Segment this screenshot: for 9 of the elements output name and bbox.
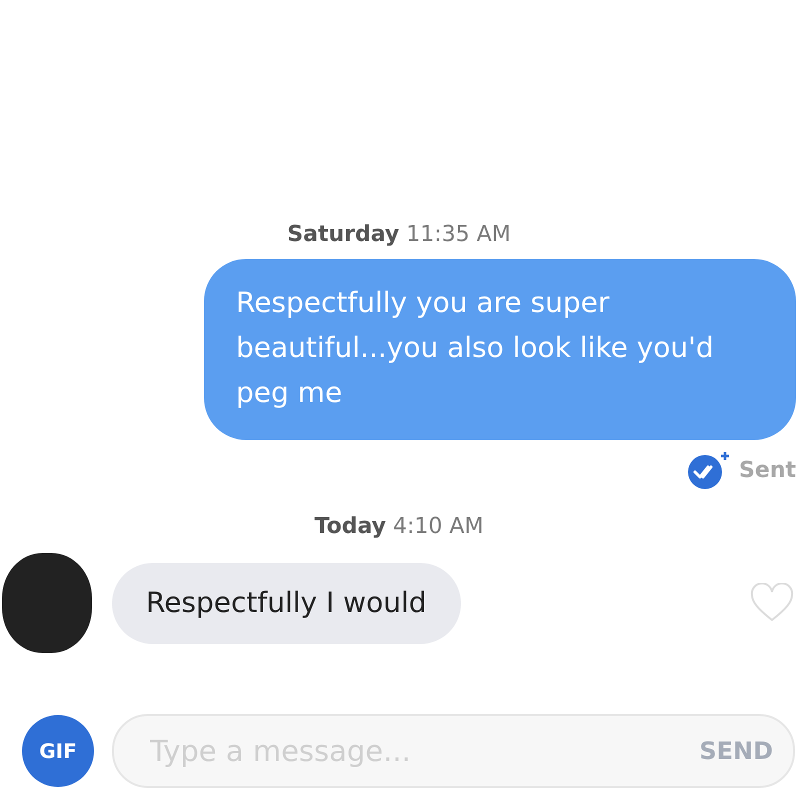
gif-button[interactable]: GIF [22, 715, 94, 787]
send-button[interactable]: SEND [699, 737, 773, 765]
message-bubble: Respectfully you are super beautiful...you also look like you'd peg me [204, 259, 796, 440]
double-check-icon [687, 450, 732, 490]
message-bubble: Respectfully I would [112, 562, 461, 644]
timestamp: Today 4:10 AM [314, 514, 484, 539]
heart-icon[interactable] [750, 583, 794, 623]
sent-status: Sent [739, 458, 796, 482]
timestamp: Saturday 11:35 AM [287, 222, 511, 247]
